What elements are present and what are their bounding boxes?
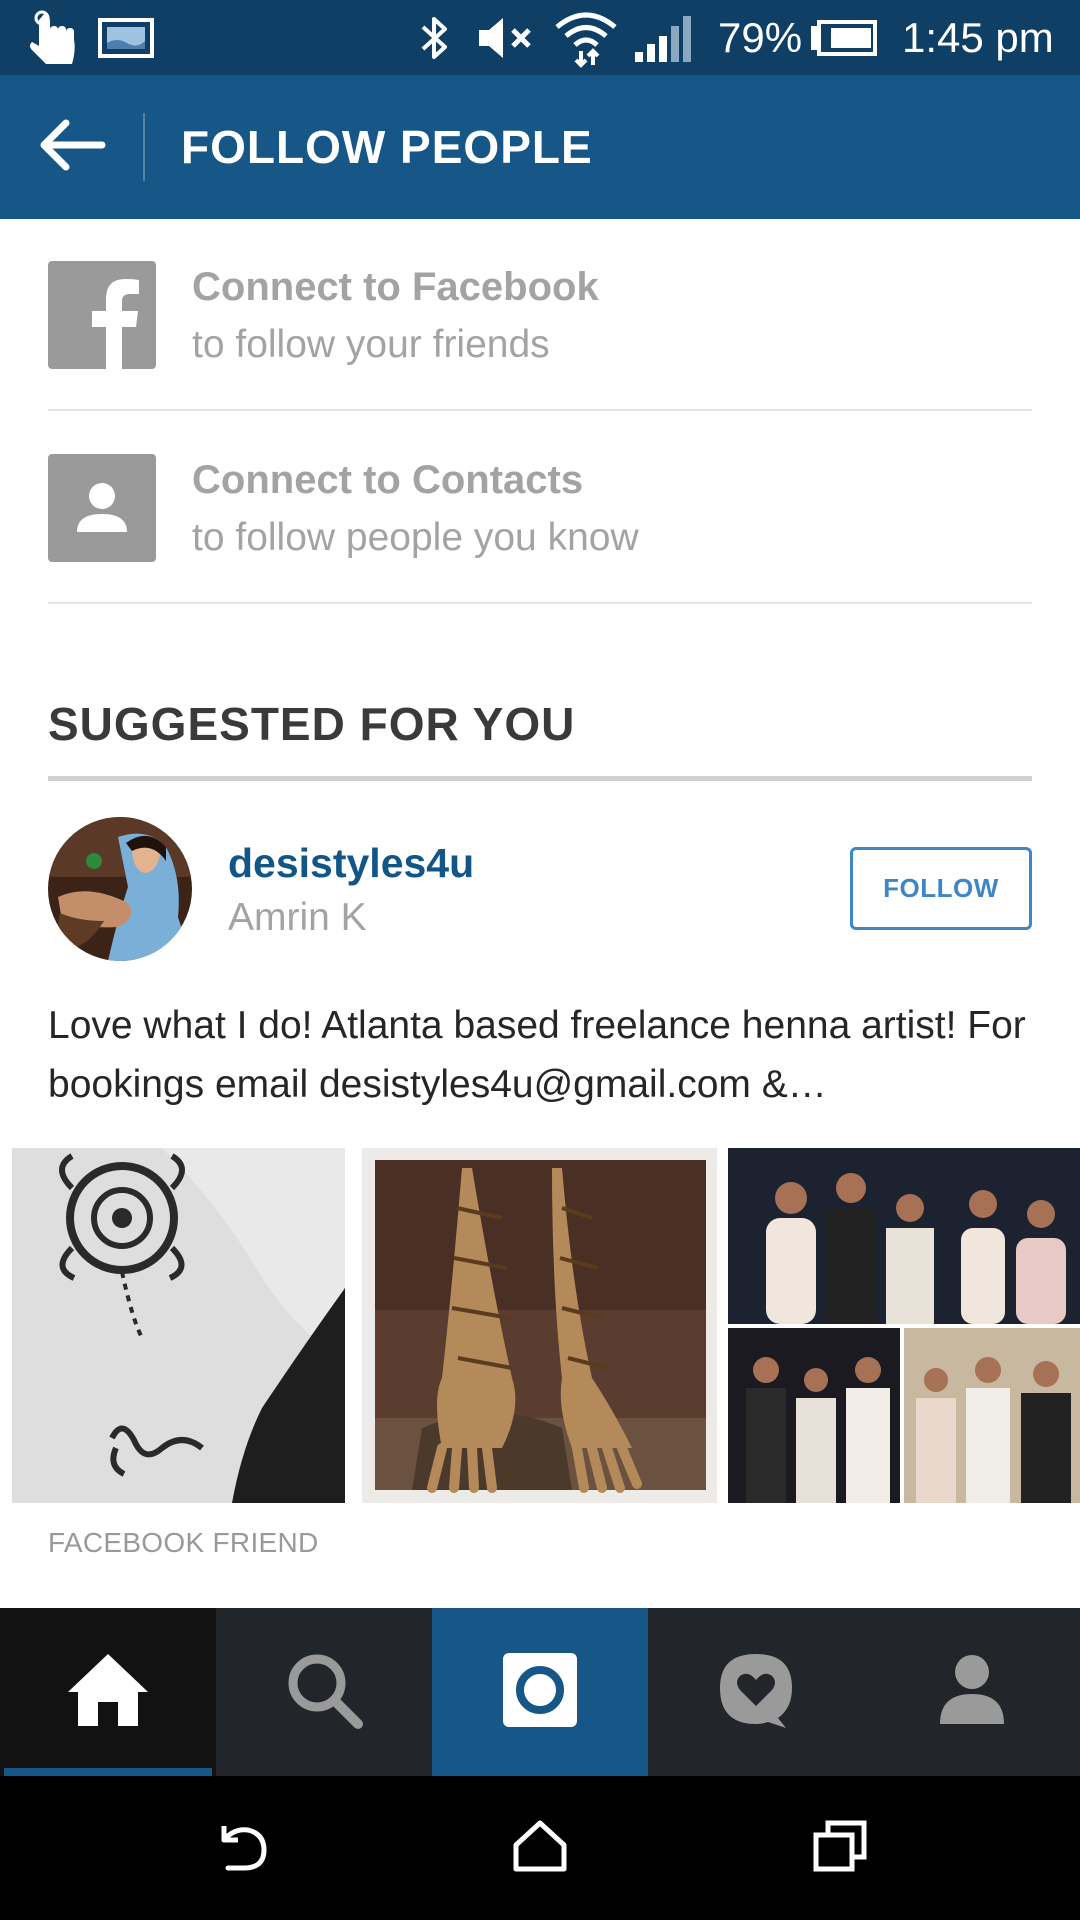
henna-wrist-photo[interactable]	[12, 1148, 345, 1503]
home-icon	[66, 1652, 150, 1733]
suggestion-source: FACEBOOK FRIEND	[48, 1527, 319, 1558]
tab-search[interactable]	[216, 1608, 432, 1776]
nav-back-button[interactable]	[160, 1776, 320, 1920]
nav-home-button[interactable]	[460, 1776, 620, 1920]
nav-recents-button[interactable]	[760, 1776, 920, 1920]
tab-activity[interactable]	[648, 1608, 864, 1776]
back-nav-icon	[210, 1818, 270, 1879]
recents-nav-icon	[812, 1819, 868, 1878]
app-bar-divider	[143, 113, 145, 181]
activity-icon	[716, 1650, 796, 1735]
arrow-left-icon	[36, 117, 108, 178]
signal-icon	[632, 0, 692, 75]
suggested-username[interactable]: desistyles4u	[228, 840, 474, 887]
search-icon	[284, 1650, 364, 1735]
group-collage-photo[interactable]	[726, 1148, 1080, 1503]
image-icon	[96, 0, 156, 75]
home-nav-icon	[512, 1819, 568, 1878]
back-button[interactable]	[22, 97, 122, 197]
battery-icon	[808, 0, 880, 75]
connect-contacts-title: Connect to Contacts	[192, 458, 584, 502]
bottom-tab-bar	[0, 1608, 1080, 1776]
follow-button[interactable]: FOLLOW	[850, 847, 1032, 930]
status-bar: 79% 1:45 pm	[0, 0, 1080, 75]
camera-icon	[501, 1651, 579, 1734]
tab-home[interactable]	[0, 1608, 216, 1776]
suggested-full-name: Amrin K	[228, 896, 367, 939]
connect-facebook-title: Connect to Facebook	[192, 265, 599, 309]
page-title: FOLLOW PEOPLE	[181, 121, 593, 173]
tab-camera[interactable]	[432, 1608, 648, 1776]
suggested-bio: Love what I do! Atlanta based freelance …	[48, 1004, 1026, 1106]
battery-percent: 79%	[718, 13, 803, 61]
section-heading: SUGGESTED FOR YOU	[48, 698, 576, 750]
wifi-icon	[552, 0, 620, 75]
touch-icon	[22, 0, 86, 75]
contacts-icon	[48, 454, 156, 562]
app-bar: FOLLOW PEOPLE	[0, 75, 1080, 219]
facebook-icon	[48, 261, 156, 369]
connect-contacts-row[interactable]: Connect to Contacts to follow people you…	[48, 411, 1032, 604]
profile-icon	[936, 1652, 1008, 1733]
section-divider	[48, 776, 1032, 781]
mute-icon	[474, 0, 538, 75]
henna-hands-photo[interactable]	[362, 1148, 717, 1503]
system-nav-bar	[0, 1776, 1080, 1920]
connect-contacts-subtitle: to follow people you know	[192, 516, 639, 559]
bluetooth-icon	[414, 0, 454, 75]
clock: 1:45 pm	[902, 13, 1054, 61]
avatar[interactable]	[48, 817, 192, 961]
active-tab-indicator	[4, 1768, 212, 1776]
connect-facebook-subtitle: to follow your friends	[192, 323, 550, 366]
tab-profile[interactable]	[864, 1608, 1080, 1776]
connect-facebook-row[interactable]: Connect to Facebook to follow your frien…	[48, 219, 1032, 411]
